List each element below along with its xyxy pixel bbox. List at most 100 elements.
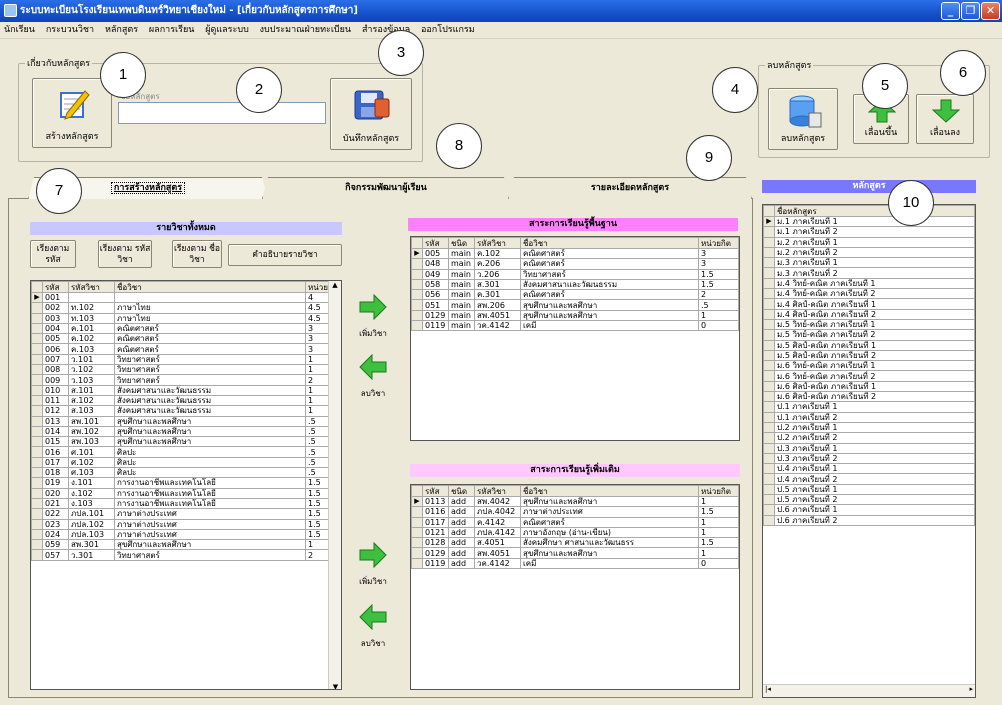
table-row[interactable]: 014 สพ.102 สุขศึกษาและพลศึกษา .5 xyxy=(31,425,341,438)
row-selector[interactable] xyxy=(411,268,423,280)
row-selector[interactable] xyxy=(31,384,43,396)
row-selector[interactable] xyxy=(763,504,775,516)
row-selector[interactable] xyxy=(411,537,423,549)
row-selector-icon[interactable]: ▶ xyxy=(411,247,423,260)
table-row[interactable]: 023 ภปล.102 ภาษาต่างประเทศ 1.5 xyxy=(31,518,341,530)
row-selector[interactable] xyxy=(763,360,775,372)
list-item[interactable]: ป.3 ภาคเรียนที่ 1 xyxy=(763,442,975,454)
list-item[interactable]: ม.1 ภาคเรียนที่ 2 xyxy=(763,226,975,238)
row-selector[interactable] xyxy=(31,322,43,335)
row-selector-icon[interactable]: ▶ xyxy=(411,495,423,508)
row-selector[interactable] xyxy=(763,329,775,341)
list-item[interactable]: ป.5 ภาคเรียนที่ 1 xyxy=(763,483,975,496)
list-item[interactable]: ม.5 วิทย์-คณิต ภาคเรียนที่ 2 xyxy=(763,329,975,341)
table-row[interactable]: 006 ค.103 คณิตศาสตร์ 3 xyxy=(31,343,341,355)
row-selector[interactable] xyxy=(31,467,43,479)
row-selector[interactable] xyxy=(31,364,43,376)
table-row[interactable]: 008 ว.102 วิทยาศาสตร์ 1 xyxy=(31,364,341,376)
menu-admin[interactable]: ผู้ดูแลระบบ xyxy=(201,22,253,39)
row-selector[interactable] xyxy=(31,549,43,561)
row-selector[interactable] xyxy=(31,415,43,427)
list-item[interactable]: ม.6 ศิลป์-คณิต ภาคเรียนที่ 2 xyxy=(763,391,975,403)
create-curriculum-button[interactable]: สร้างหลักสูตร xyxy=(32,78,112,148)
list-item[interactable]: ป.2 ภาคเรียนที่ 2 xyxy=(763,432,975,444)
table-row[interactable]: 0119 main วค.4142 เคมี 0 xyxy=(411,320,739,332)
subject-description-button[interactable]: คำอธิบายรายวิชา xyxy=(228,244,342,266)
row-selector[interactable] xyxy=(411,557,423,570)
row-selector[interactable] xyxy=(31,394,43,407)
row-selector[interactable] xyxy=(763,267,775,279)
row-selector[interactable] xyxy=(763,370,775,382)
row-selector[interactable] xyxy=(411,320,423,332)
row-selector[interactable] xyxy=(763,421,775,434)
list-item[interactable]: ป.5 ภาคเรียนที่ 2 xyxy=(763,494,975,506)
list-item[interactable]: ม.4 วิทย์-คณิต ภาคเรียนที่ 2 xyxy=(763,288,975,300)
table-row[interactable]: 0121 add ภปล.4142 ภาษาอังกฤษ (อ่าน-เขียน) 1 xyxy=(411,526,739,539)
list-item[interactable]: ม.4 วิทย์-คณิต ภาคเรียนที่ 1 xyxy=(763,277,975,290)
tab-learner-activities[interactable]: กิจกรรมพัฒนาผู้เรียน xyxy=(262,177,510,199)
menu-subjects[interactable]: กระบวนวิชา xyxy=(42,22,98,39)
row-selector[interactable] xyxy=(763,494,775,506)
row-selector[interactable] xyxy=(763,257,775,269)
sort-by-subject-code-button[interactable]: เรียงตาม รหัสวิชา xyxy=(98,240,152,268)
row-selector[interactable] xyxy=(763,514,775,526)
row-selector[interactable] xyxy=(763,349,775,362)
row-selector[interactable] xyxy=(31,518,43,530)
row-selector[interactable] xyxy=(31,487,43,499)
table-row[interactable]: 005 ค.102 คณิตศาสตร์ 3 xyxy=(31,333,341,345)
row-selector[interactable] xyxy=(763,473,775,485)
table-row[interactable]: 058 main ส.301 สังคมศาสนาและวัฒนธรรม 1.5 xyxy=(411,278,739,291)
row-selector[interactable] xyxy=(411,506,423,518)
menu-students[interactable]: นักเรียน xyxy=(0,22,39,39)
row-selector[interactable] xyxy=(763,411,775,423)
row-selector[interactable] xyxy=(763,452,775,465)
course-name-input[interactable] xyxy=(118,102,326,124)
row-selector[interactable] xyxy=(31,425,43,438)
list-item[interactable]: ป.6 ภาคเรียนที่ 1 xyxy=(763,504,975,516)
list-item[interactable]: ม.4 ศิลป์-คณิต ภาคเรียนที่ 2 xyxy=(763,308,975,320)
list-item[interactable]: ป.1 ภาคเรียนที่ 1 xyxy=(763,401,975,413)
table-row[interactable]: 0119 add วค.4142 เคมี 0 xyxy=(411,557,739,570)
row-selector-icon[interactable]: ▶ xyxy=(763,215,775,228)
table-row[interactable]: 024 ภปล.103 ภาษาต่างประเทศ 1.5 xyxy=(31,528,341,541)
table-row[interactable]: 049 main ว.206 วิทยาศาสตร์ 1.5 xyxy=(411,268,739,280)
row-selector[interactable] xyxy=(763,308,775,320)
save-curriculum-button[interactable]: บันทึกหลักสูตร xyxy=(330,78,412,150)
table-row[interactable]: 018 ศ.103 ศิลปะ .5 xyxy=(31,467,341,479)
table-row[interactable]: 011 ส.102 สังคมศาสนาและวัฒนธรรม 1 xyxy=(31,394,341,407)
row-selector[interactable] xyxy=(31,374,43,386)
table-row[interactable]: 020 ง.102 การงานอาชีพและเทคโนโลยี 1.5 xyxy=(31,487,341,499)
list-item[interactable]: ป.1 ภาคเรียนที่ 2 xyxy=(763,411,975,423)
menu-budget[interactable]: งบประมาณฝ่ายทะเบียน xyxy=(256,22,355,39)
list-item[interactable]: ป.4 ภาคเรียนที่ 1 xyxy=(763,463,975,475)
list-item[interactable]: ม.5 วิทย์-คณิต ภาคเรียนที่ 1 xyxy=(763,318,975,331)
list-item[interactable]: ▶ ม.1 ภาคเรียนที่ 1 xyxy=(763,215,975,228)
table-row[interactable]: 059 สพ.301 สุขศึกษาและพลศึกษา 1 xyxy=(31,539,341,551)
row-selector[interactable] xyxy=(763,298,775,310)
table-row[interactable]: 003 ท.103 ภาษาไทย 4.5 xyxy=(31,312,341,324)
table-row[interactable]: 019 ง.101 การงานอาชีพและเทคโนโลยี 1.5 xyxy=(31,477,341,489)
menu-curriculum[interactable]: หลักสูตร xyxy=(101,22,142,39)
row-selector[interactable] xyxy=(763,277,775,290)
row-selector[interactable] xyxy=(411,289,423,301)
row-selector[interactable] xyxy=(763,401,775,413)
list-item[interactable]: ม.3 ภาคเรียนที่ 1 xyxy=(763,257,975,269)
row-selector[interactable] xyxy=(411,547,423,559)
row-selector-icon[interactable]: ▶ xyxy=(31,291,43,304)
curricula-grid[interactable]: ชื่อหลักสูตร ▶ ม.1 ภาคเรียนที่ 1 ม.1 ภาคเรี… xyxy=(762,204,976,698)
row-selector[interactable] xyxy=(31,333,43,345)
tab-curriculum-details[interactable]: รายละเอียดหลักสูตร xyxy=(508,177,752,199)
row-selector[interactable] xyxy=(411,309,423,322)
core-subjects-grid[interactable]: รหัส ชนิด รหัสวิชา ชื่อวิชา หน่วยกิต ▶ 005 main… xyxy=(410,236,740,441)
row-selector[interactable] xyxy=(763,226,775,238)
table-row[interactable]: 022 ภปล.101 ภาษาต่างประเทศ 1.5 xyxy=(31,508,341,520)
remove-subject-core-button[interactable]: ลบวิชา xyxy=(355,350,391,400)
curricula-hscrollbar[interactable]: |◂ ▸ xyxy=(763,684,975,697)
sort-by-subject-name-button[interactable]: เรียงตาม ชื่อวิชา xyxy=(172,240,222,268)
list-item[interactable]: ม.6 ศิลป์-คณิต ภาคเรียนที่ 1 xyxy=(763,380,975,393)
row-selector[interactable] xyxy=(31,497,43,510)
row-selector[interactable] xyxy=(411,485,423,497)
list-item[interactable]: ป.2 ภาคเรียนที่ 1 xyxy=(763,421,975,434)
row-selector[interactable] xyxy=(31,281,43,293)
row-selector[interactable] xyxy=(763,463,775,475)
